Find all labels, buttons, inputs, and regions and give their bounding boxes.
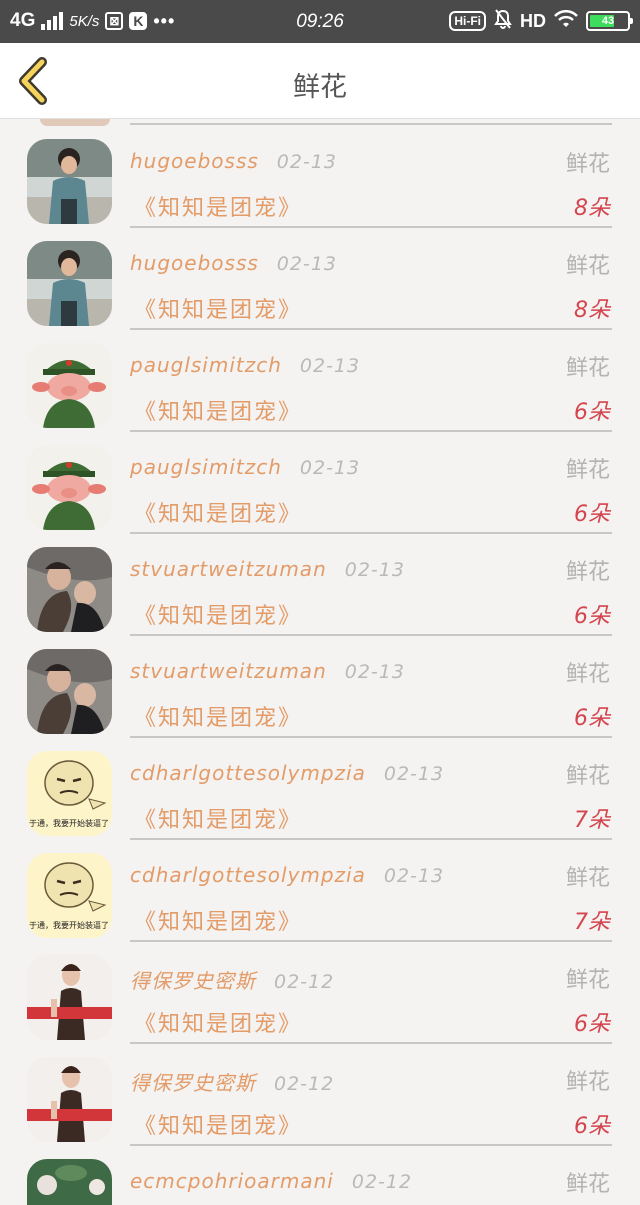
gift-count: 6朵	[574, 502, 610, 527]
avatar[interactable]	[27, 139, 112, 224]
book-title[interactable]: 《知知是团宠》	[134, 802, 302, 834]
book-title[interactable]: 《知知是团宠》	[134, 1006, 302, 1038]
gift-date: 02-13	[276, 151, 337, 173]
book-title[interactable]: 《知知是团宠》	[134, 1108, 302, 1140]
list-item[interactable]: 得保罗史密斯 02-12 鲜花 《知知是团宠》 6朵	[0, 935, 640, 1044]
book-title[interactable]: 《知知是团宠》	[134, 598, 302, 630]
list-item[interactable]: pauglsimitzch 02-13 鲜花 《知知是团宠》 6朵	[0, 323, 640, 432]
hd-label: HD	[520, 10, 546, 31]
list-item[interactable]: hugoebosss 02-13 鲜花 《知知是团宠》 8朵	[0, 221, 640, 330]
gift-record-list[interactable]: hugoebosss 02-13 鲜花 《知知是团宠》 8朵 hugoebosss…	[0, 119, 640, 1205]
book-title[interactable]: 《知知是团宠》	[134, 904, 302, 936]
avatar[interactable]	[27, 955, 112, 1040]
gift-type: 鲜花	[565, 968, 610, 993]
battery-icon: 43	[586, 11, 633, 31]
book-title[interactable]: 《知知是团宠》	[134, 496, 302, 528]
wifi-icon	[554, 9, 578, 33]
book-title[interactable]: 《知知是团宠》	[134, 700, 302, 732]
gift-type: 鲜花	[565, 662, 610, 687]
gift-type: 鲜花	[565, 866, 610, 891]
list-item[interactable]: 于通，我要开始装逼了 cdharlgottesolympzia 02-13 鲜花 …	[0, 833, 640, 942]
username[interactable]: ecmcpohrioarmani 02-12	[130, 1169, 412, 1193]
gift-count: 6朵	[574, 1012, 610, 1037]
gift-count: 6朵	[574, 706, 610, 731]
gift-type: 鲜花	[565, 1172, 610, 1197]
gift-type: 鲜花	[565, 458, 610, 483]
book-title[interactable]: 《知知是团宠》	[134, 190, 302, 222]
username[interactable]: stvuartweitzuman 02-13	[130, 557, 405, 581]
username[interactable]: pauglsimitzch 02-13	[130, 353, 360, 377]
username[interactable]: stvuartweitzuman 02-13	[130, 659, 405, 683]
gift-type: 鲜花	[565, 1070, 610, 1095]
gift-count: 6朵	[574, 604, 610, 629]
nav-bar: 鲜花	[0, 43, 640, 119]
list-item[interactable]: 于通，我要开始装逼了 cdharlgottesolympzia 02-13 鲜花 …	[0, 731, 640, 840]
username[interactable]: cdharlgottesolympzia 02-13	[130, 761, 444, 785]
gift-type: 鲜花	[565, 152, 610, 177]
status-bar: 4G 5K/s ⊠ K ••• 09:26 Hi-Fi HD 43	[0, 0, 640, 43]
gift-date: 02-12	[274, 1073, 335, 1095]
gift-count: 6朵	[574, 1114, 610, 1139]
gift-date: 02-13	[299, 355, 361, 377]
hifi-icon: Hi-Fi	[449, 11, 486, 31]
gift-count: 8朵	[574, 196, 610, 221]
gift-date: 02-13	[344, 661, 405, 683]
gift-count: 8朵	[574, 298, 610, 323]
username[interactable]: cdharlgottesolympzia 02-13	[130, 863, 444, 887]
list-item[interactable]: 得保罗史密斯 02-12 鲜花 《知知是团宠》 6朵	[0, 1037, 640, 1146]
gift-date: 02-13	[383, 865, 445, 887]
list-item[interactable]: pauglsimitzch 02-13 鲜花 《知知是团宠》 6朵	[0, 425, 640, 534]
username[interactable]: pauglsimitzch 02-13	[130, 455, 360, 479]
username[interactable]: hugoebosss 02-13	[130, 251, 337, 275]
gift-date: 02-13	[276, 253, 337, 275]
gift-count: 7朵	[574, 910, 610, 935]
avatar[interactable]	[27, 343, 112, 428]
gift-count: 7朵	[574, 808, 610, 833]
gift-date: 02-13	[299, 457, 361, 479]
username[interactable]: 得保罗史密斯 02-12	[130, 965, 334, 994]
gift-type: 鲜花	[565, 356, 610, 381]
avatar[interactable]	[27, 1159, 112, 1205]
username[interactable]: 得保罗史密斯 02-12	[130, 1067, 334, 1096]
gift-type: 鲜花	[565, 560, 610, 585]
list-item[interactable]: stvuartweitzuman 02-13 鲜花 《知知是团宠》 6朵	[0, 629, 640, 738]
gift-type: 鲜花	[565, 254, 610, 279]
gift-date: 02-13	[383, 763, 445, 785]
battery-level: 43	[601, 15, 615, 27]
avatar[interactable]	[27, 1057, 112, 1142]
mute-bell-icon	[494, 8, 512, 34]
gift-count: 6朵	[574, 400, 610, 425]
gift-date: 02-13	[344, 559, 405, 581]
gift-date: 02-12	[351, 1171, 413, 1193]
avatar[interactable]	[27, 547, 112, 632]
svg-text:于通，我要开始装逼了: 于通，我要开始装逼了	[29, 818, 109, 828]
book-title[interactable]: 《知知是团宠》	[134, 394, 302, 426]
svg-text:于通，我要开始装逼了: 于通，我要开始装逼了	[29, 920, 109, 930]
username[interactable]: hugoebosss 02-13	[130, 149, 337, 173]
status-right: Hi-Fi HD 43	[449, 8, 633, 34]
avatar[interactable]	[27, 241, 112, 326]
avatar[interactable]: 于通，我要开始装逼了	[27, 853, 112, 938]
avatar[interactable]: 于通，我要开始装逼了	[27, 751, 112, 836]
avatar[interactable]	[27, 649, 112, 734]
gift-date: 02-12	[274, 971, 335, 993]
avatar[interactable]	[27, 445, 112, 530]
list-item[interactable]: stvuartweitzuman 02-13 鲜花 《知知是团宠》 6朵	[0, 527, 640, 636]
list-item[interactable]: hugoebosss 02-13 鲜花 《知知是团宠》 8朵	[0, 119, 640, 228]
list-item[interactable]: ecmcpohrioarmani 02-12 鲜花	[0, 1139, 640, 1205]
gift-type: 鲜花	[565, 764, 610, 789]
book-title[interactable]: 《知知是团宠》	[134, 292, 302, 324]
page-title: 鲜花	[293, 72, 347, 103]
